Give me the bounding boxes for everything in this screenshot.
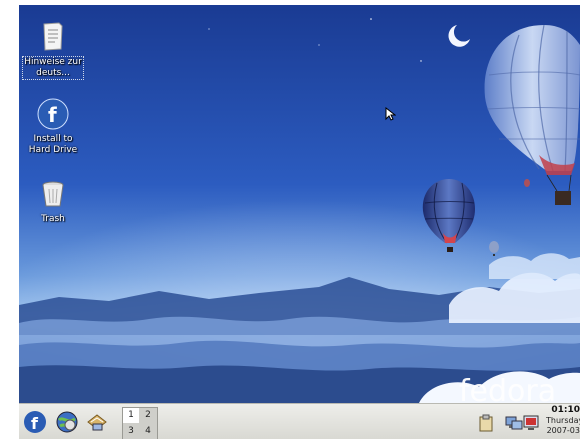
workspace-switcher[interactable]: 1 2 3 4 — [122, 407, 158, 439]
desktop-icon-label: Install to Hard Drive — [28, 134, 78, 155]
text-document-icon — [37, 20, 69, 52]
clock-date: 2007-03 — [546, 426, 580, 435]
wallpaper-brand-text: fedora — [459, 374, 556, 403]
fedora-menu-icon[interactable]: f — [23, 410, 47, 434]
desktop-icon-readme[interactable]: Hinweise zur deuts... — [22, 20, 84, 80]
desktop-icon-label: Hinweise zur deuts... — [22, 56, 84, 80]
display-icon[interactable] — [523, 414, 539, 436]
panel-clock[interactable]: 01:10 Thursday 2007-03 — [546, 405, 580, 436]
svg-text:f: f — [48, 103, 57, 127]
workspace-3[interactable]: 3 — [123, 424, 139, 439]
svg-text:f: f — [31, 414, 39, 433]
workspace-4[interactable]: 4 — [140, 424, 156, 439]
clipboard-icon[interactable] — [479, 414, 493, 436]
desktop-icon-trash[interactable]: Trash — [22, 178, 84, 225]
workspace-1[interactable]: 1 — [123, 408, 139, 423]
mail-client-icon[interactable] — [85, 410, 109, 434]
web-browser-icon[interactable] — [55, 410, 79, 434]
desktop-screen: fedora Hinweise zur deuts... f Install t… — [0, 0, 580, 439]
desktop-icon-label: Trash — [41, 214, 65, 224]
desktop-icon-install[interactable]: f Install to Hard Drive — [22, 98, 84, 156]
clock-time: 01:10 — [551, 405, 580, 415]
mouse-pointer-icon — [385, 106, 397, 125]
screen-border-left — [0, 0, 19, 439]
fedora-installer-icon: f — [37, 98, 69, 130]
network-icon[interactable] — [505, 414, 523, 436]
trash-icon — [37, 178, 69, 210]
clock-day: Thursday — [546, 416, 580, 425]
desktop-wallpaper[interactable]: fedora — [19, 5, 580, 403]
workspace-2[interactable]: 2 — [140, 408, 156, 423]
bottom-panel: f 1 2 3 4 01:10 Thursday 2007-03 — [19, 403, 580, 439]
